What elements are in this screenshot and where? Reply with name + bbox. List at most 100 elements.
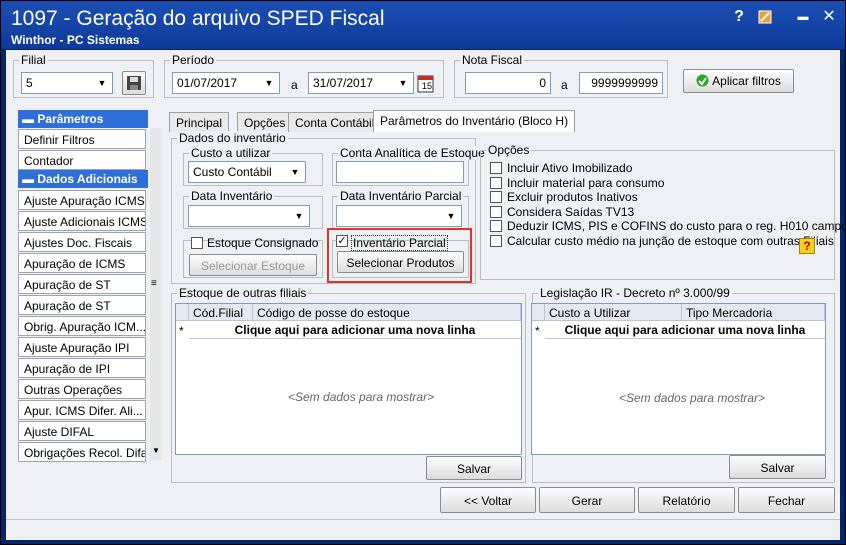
new-row[interactable]: Clique aqui para adicionar uma nova linh… bbox=[189, 321, 521, 339]
grid-header-cod-filial[interactable]: Cód.Filial bbox=[189, 304, 253, 321]
opcao-label: Calcular custo médio na junção de estoqu… bbox=[507, 234, 834, 248]
sidebar-scrollbar[interactable]: ≡ ▼ bbox=[150, 128, 162, 460]
sidebar-item[interactable]: Outras Operações bbox=[18, 379, 146, 399]
tab-principal[interactable]: Principal bbox=[169, 112, 230, 132]
skin-icon[interactable] bbox=[754, 7, 776, 27]
gerar-button[interactable]: Gerar bbox=[539, 487, 635, 513]
opcao-checkbox[interactable] bbox=[490, 205, 502, 218]
dados-adicionais-header[interactable]: ▬ Dados Adicionais bbox=[18, 170, 148, 188]
floppy-icon bbox=[127, 76, 141, 90]
sidebar-item[interactable]: Ajustes Doc. Fiscais bbox=[18, 232, 146, 252]
tab-parametros-inventario[interactable]: Parâmetros do Inventário (Bloco H) bbox=[373, 110, 576, 132]
filial-select[interactable]: 5 ▼ bbox=[21, 72, 113, 94]
tab-opcoes[interactable]: Opções bbox=[237, 112, 293, 132]
opcao-checkbox[interactable] bbox=[490, 162, 502, 174]
parametros-header[interactable]: ▬ Parâmetros bbox=[18, 110, 148, 128]
opcao-checkbox[interactable] bbox=[490, 235, 502, 247]
legislacao-grid[interactable]: Custo a Utilizar Tipo Mercadoria * Cliqu… bbox=[531, 303, 826, 455]
opcao-label: Excluir produtos Inativos bbox=[507, 190, 638, 205]
save-estoque-button[interactable]: Salvar bbox=[426, 456, 522, 480]
collapse-icon: ▬ bbox=[22, 172, 38, 186]
date-to-value: 31/07/2017 bbox=[313, 76, 374, 90]
opcoes-label: Opções bbox=[486, 143, 532, 157]
opcao-label: Considera Saídas TV13 bbox=[507, 204, 635, 219]
relatorio-button[interactable]: Relatório bbox=[638, 487, 735, 513]
sidebar-item[interactable]: Definir Filtros bbox=[18, 129, 146, 149]
dados-inventario-label: Dados do inventário bbox=[177, 131, 288, 145]
sidebar-item[interactable]: Ajuste Adicionais ICMS bbox=[18, 211, 146, 231]
opcao-checkbox[interactable] bbox=[490, 220, 502, 233]
legislacao-label: Legislação IR - Decreto nº 3.000/99 bbox=[538, 286, 732, 300]
sidebar-item[interactable]: Apuração de IPI bbox=[18, 358, 146, 378]
sidebar-item[interactable]: Obrig. Apuração ICM... bbox=[18, 316, 146, 336]
sidebar-item[interactable]: Contador bbox=[18, 150, 146, 170]
voltar-button[interactable]: << Voltar bbox=[440, 487, 536, 513]
date-separator: a bbox=[291, 78, 298, 92]
save-filter-button[interactable] bbox=[122, 71, 146, 95]
sidebar-item[interactable]: Ajuste Apuração IPI bbox=[18, 337, 146, 357]
data-inventario-parcial-field[interactable]: ▼ bbox=[336, 205, 462, 227]
sidebar-item[interactable]: Apuração de ST bbox=[18, 274, 146, 294]
data-inventario-label: Data Inventário bbox=[189, 189, 275, 203]
collapse-icon: ▬ bbox=[22, 112, 38, 126]
sidebar-item[interactable]: Apuração de ST bbox=[18, 295, 146, 315]
inventario-parcial-checkbox[interactable]: ✓ bbox=[336, 235, 348, 247]
close-button[interactable]: ✕ bbox=[818, 7, 840, 27]
opcao-label: Incluir material para consumo bbox=[507, 175, 665, 190]
sidebar-item[interactable]: Apur. ICMS Difer. Ali... bbox=[18, 400, 146, 420]
scroll-grip-icon: ≡ bbox=[151, 278, 157, 289]
sidebar-item[interactable]: Apuração de ICMS bbox=[18, 253, 146, 273]
chevron-down-icon: ▼ bbox=[398, 78, 408, 88]
sidebar-item[interactable]: Ajuste DIFAL bbox=[18, 421, 146, 441]
tab-conta-contabil[interactable]: Conta Contábil bbox=[288, 112, 382, 132]
window-title: 1097 - Geração do arquivo SPED Fiscal bbox=[11, 7, 385, 30]
opcao-checkbox[interactable] bbox=[490, 191, 502, 204]
nf-from-field[interactable]: 0 bbox=[465, 72, 551, 94]
apply-filters-button[interactable]: Aplicar filtros bbox=[683, 69, 794, 93]
parametros-header-label: Parâmetros bbox=[37, 112, 104, 126]
estoque-consignado-label: Estoque Consignado bbox=[207, 236, 319, 250]
fechar-button[interactable]: Fechar bbox=[738, 487, 835, 513]
custo-value: Custo Contábil bbox=[193, 165, 272, 179]
help-icon[interactable]: ? bbox=[799, 238, 815, 254]
filial-value: 5 bbox=[26, 76, 33, 90]
date-from-value: 01/07/2017 bbox=[177, 76, 238, 90]
empty-message: <Sem dados para mostrar> bbox=[619, 391, 766, 405]
data-inventario-field[interactable]: ▼ bbox=[188, 205, 310, 227]
grid-header-tipo[interactable]: Tipo Mercadoria bbox=[682, 304, 825, 321]
selecionar-produtos-button[interactable]: Selecionar Produtos bbox=[337, 251, 464, 273]
opcao-label: Incluir Ativo Imobilizado bbox=[507, 161, 633, 175]
apply-filters-label: Aplicar filtros bbox=[712, 74, 781, 88]
nota-fiscal-label: Nota Fiscal bbox=[460, 53, 525, 67]
grid-header-custo[interactable]: Custo a Utilizar bbox=[545, 304, 682, 321]
chevron-down-icon: ▼ bbox=[97, 78, 107, 88]
minimize-button[interactable]: ▬ bbox=[792, 7, 814, 27]
save-legislacao-button[interactable]: Salvar bbox=[729, 455, 826, 479]
client-area: Filial 5 ▼ Período 01/07/2017 ▼ a 31/07/… bbox=[6, 50, 846, 540]
estoque-grid[interactable]: Cód.Filial Código de posse do estoque * … bbox=[175, 303, 522, 455]
data-inventario-parcial-label: Data Inventário Parcial bbox=[338, 189, 464, 203]
status-bar bbox=[6, 519, 840, 540]
conta-field[interactable] bbox=[336, 161, 464, 183]
sidebar-item[interactable]: Ajuste Apuração ICMS bbox=[18, 190, 146, 210]
grid-corner bbox=[532, 304, 545, 321]
grid-header-codigo-posse[interactable]: Código de posse do estoque bbox=[253, 304, 521, 321]
opcao-checkbox[interactable] bbox=[490, 176, 502, 189]
selecionar-estoque-button[interactable]: Selecionar Estoque bbox=[189, 254, 317, 276]
chevron-down-icon: ▼ bbox=[290, 167, 300, 177]
calendar-icon[interactable]: 15 bbox=[417, 73, 435, 96]
conta-label: Conta Analítica de Estoque bbox=[338, 146, 487, 160]
empty-message: <Sem dados para mostrar> bbox=[288, 390, 435, 404]
nf-to-field[interactable]: 9999999999 bbox=[579, 72, 663, 94]
custo-select[interactable]: Custo Contábil ▼ bbox=[188, 161, 306, 183]
date-to-field[interactable]: 31/07/2017 ▼ bbox=[308, 72, 414, 94]
help-button[interactable]: ? bbox=[728, 7, 750, 27]
dados-adicionais-header-label: Dados Adicionais bbox=[37, 172, 138, 186]
sidebar-item[interactable]: Obrigações Recol. Difal bbox=[18, 442, 146, 462]
scroll-down-icon[interactable]: ▼ bbox=[152, 446, 160, 455]
new-row[interactable]: Clique aqui para adicionar uma nova linh… bbox=[545, 321, 825, 339]
estoque-consignado-checkbox[interactable] bbox=[191, 237, 203, 249]
estoque-filiais-label: Estoque de outras filiais bbox=[177, 286, 309, 300]
date-from-field[interactable]: 01/07/2017 ▼ bbox=[172, 72, 280, 94]
filial-label: Filial bbox=[19, 53, 48, 67]
